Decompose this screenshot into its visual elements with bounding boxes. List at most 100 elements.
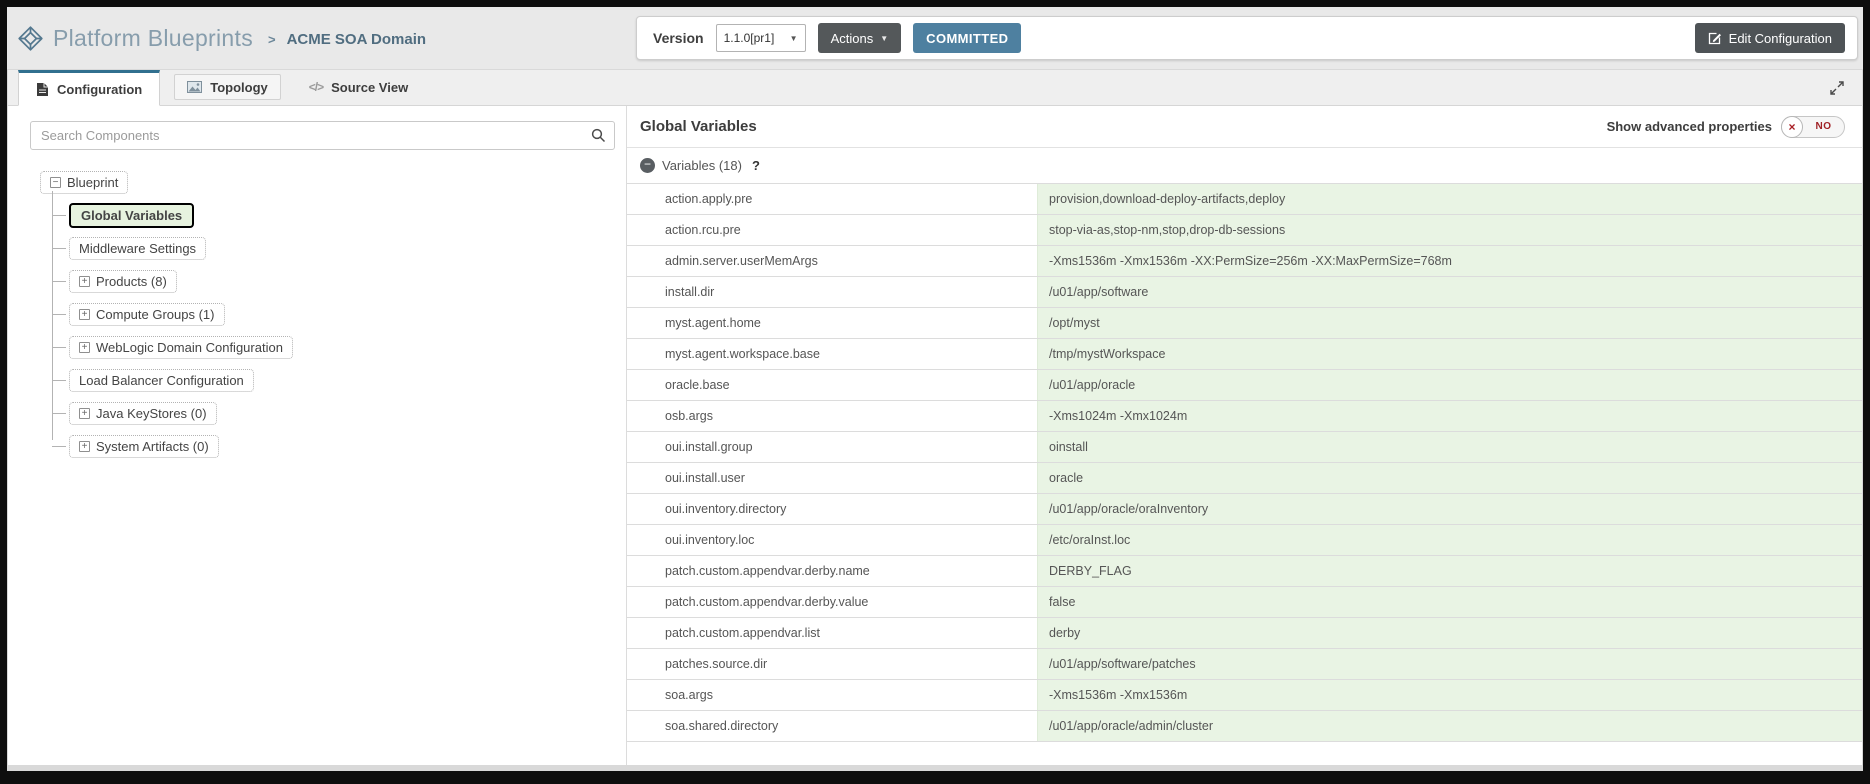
variable-name-cell: action.rcu.pre [627,215,1037,245]
variable-value-cell: oracle [1037,463,1862,493]
variable-value-cell: -Xms1536m -Xmx1536m [1037,680,1862,710]
tree-node[interactable]: + WebLogic Domain Configuration [69,336,293,359]
variable-name-cell: oui.inventory.directory [627,494,1037,524]
image-icon [187,81,202,93]
edit-configuration-button[interactable]: Edit Configuration [1695,23,1845,53]
table-row: soa.args -Xms1536m -Xmx1536m [627,680,1862,711]
content-box: Configuration Topology </> Source View [8,70,1862,765]
tree-node-label: System Artifacts (0) [96,439,209,454]
actions-button[interactable]: Actions ▼ [818,23,902,53]
variables-section-header: − Variables (18) ? [627,148,1862,183]
advanced-properties-control: Show advanced properties × NO [1607,116,1845,138]
variables-table: action.apply.pre provision,download-depl… [627,183,1862,742]
tab-bar: Configuration Topology </> Source View [8,70,1862,106]
expand-plus-icon[interactable]: + [79,309,90,320]
page-title: Global Variables [640,118,757,135]
expand-plus-icon[interactable]: + [79,441,90,452]
table-row: osb.args -Xms1024m -Xmx1024m [627,401,1862,432]
tree-row: + Compute Groups (1) [52,298,626,331]
tree-node[interactable]: + System Artifacts (0) [69,435,219,458]
variable-value-cell: oinstall [1037,432,1862,462]
tab-topology[interactable]: Topology [174,74,281,100]
variable-value-cell: /tmp/mystWorkspace [1037,339,1862,369]
variable-value-cell: -Xms1536m -Xmx1536m -XX:PermSize=256m -X… [1037,246,1862,276]
tree-row: + Products (8) [52,265,626,298]
toggle-x-icon: × [1781,116,1803,138]
document-icon [36,82,49,97]
tree-root-label: Blueprint [67,175,118,190]
tree-root-node[interactable]: − Blueprint [40,171,128,194]
tree-node-label: WebLogic Domain Configuration [96,340,283,355]
table-row: patches.source.dir /u01/app/software/pat… [627,649,1862,680]
variable-value-cell: -Xms1024m -Xmx1024m [1037,401,1862,431]
variable-name-cell: myst.agent.home [627,308,1037,338]
variable-name-cell: osb.args [627,401,1037,431]
search-icon [591,128,606,148]
tree-row: Middleware Settings [52,232,626,265]
variable-name-cell: oui.install.user [627,463,1037,493]
variable-value-cell: /u01/app/oracle/oraInventory [1037,494,1862,524]
search-input[interactable] [30,121,615,150]
version-select[interactable]: 1.1.0[pr1] ▼ [716,24,806,52]
variable-value-cell: /opt/myst [1037,308,1862,338]
variable-value-cell: stop-via-as,stop-nm,stop,drop-db-session… [1037,215,1862,245]
variable-value-cell: derby [1037,618,1862,648]
table-row: admin.server.userMemArgs -Xms1536m -Xmx1… [627,246,1862,277]
variable-value-cell: /etc/oraInst.loc [1037,525,1862,555]
variable-name-cell: oui.inventory.loc [627,525,1037,555]
variable-name-cell: oracle.base [627,370,1037,400]
tree-row: + System Artifacts (0) [52,430,626,463]
expand-plus-icon[interactable]: + [79,276,90,287]
help-icon[interactable]: ? [752,158,760,173]
tree-row: + Java KeyStores (0) [52,397,626,430]
variable-name-cell: soa.args [627,680,1037,710]
table-row: oui.inventory.directory /u01/app/oracle/… [627,494,1862,525]
table-row: soa.shared.directory /u01/app/oracle/adm… [627,711,1862,742]
main-panels: − Blueprint Global Variables [8,106,1862,765]
app-window: Platform Blueprints > ACME SOA Domain Ve… [0,0,1870,784]
table-row: myst.agent.home /opt/myst [627,308,1862,339]
tree-node[interactable]: + Compute Groups (1) [69,303,225,326]
tree-node[interactable]: + Products (8) [69,270,177,293]
tree-node-label: Compute Groups (1) [96,307,215,322]
variable-value-cell: false [1037,587,1862,617]
tree-node[interactable]: Middleware Settings [69,237,206,260]
brand: Platform Blueprints > ACME SOA Domain [17,25,426,52]
fullscreen-expand-icon[interactable] [1826,77,1848,99]
variable-value-cell: provision,download-deploy-artifacts,depl… [1037,184,1862,214]
expand-plus-icon[interactable]: + [79,408,90,419]
tree-node[interactable]: + Java KeyStores (0) [69,402,217,425]
chevron-down-icon: ▼ [790,34,798,43]
tree-node-label: Load Balancer Configuration [79,373,244,388]
version-toolbar: Version 1.1.0[pr1] ▼ Actions ▼ COMMITTED [636,16,1858,60]
table-row: oracle.base /u01/app/oracle [627,370,1862,401]
tree-node-label: Products (8) [96,274,167,289]
breadcrumb: ACME SOA Domain [287,29,426,48]
tab-source-view[interactable]: </> Source View [301,74,416,100]
breadcrumb-separator: > [268,29,276,47]
variable-name-cell: patches.source.dir [627,649,1037,679]
tree-node[interactable]: Load Balancer Configuration [69,369,254,392]
expand-plus-icon[interactable]: + [79,342,90,353]
variable-name-cell: soa.shared.directory [627,711,1037,741]
tab-configuration[interactable]: Configuration [18,70,160,106]
table-row: patch.custom.appendvar.derby.value false [627,587,1862,618]
version-select-value: 1.1.0[pr1] [724,31,775,45]
tree-node[interactable]: Global Variables [69,203,194,228]
advanced-properties-label: Show advanced properties [1607,119,1772,134]
blueprint-tree: − Blueprint Global Variables [40,171,626,463]
collapse-minus-icon[interactable]: − [50,177,61,188]
tree-node-label: Global Variables [81,208,182,223]
table-row: oui.inventory.loc /etc/oraInst.loc [627,525,1862,556]
variable-value-cell: /u01/app/software [1037,277,1862,307]
table-row: oui.install.group oinstall [627,432,1862,463]
advanced-properties-toggle[interactable]: × NO [1781,116,1845,138]
variable-value-cell: DERBY_FLAG [1037,556,1862,586]
variable-name-cell: patch.custom.appendvar.derby.value [627,587,1037,617]
app-chrome: Platform Blueprints > ACME SOA Domain Ve… [7,7,1863,771]
table-row: action.rcu.pre stop-via-as,stop-nm,stop,… [627,215,1862,246]
toggle-state-label: NO [1803,121,1844,132]
table-row: oui.install.user oracle [627,463,1862,494]
collapse-section-icon[interactable]: − [640,158,655,173]
tree-row: + WebLogic Domain Configuration [52,331,626,364]
